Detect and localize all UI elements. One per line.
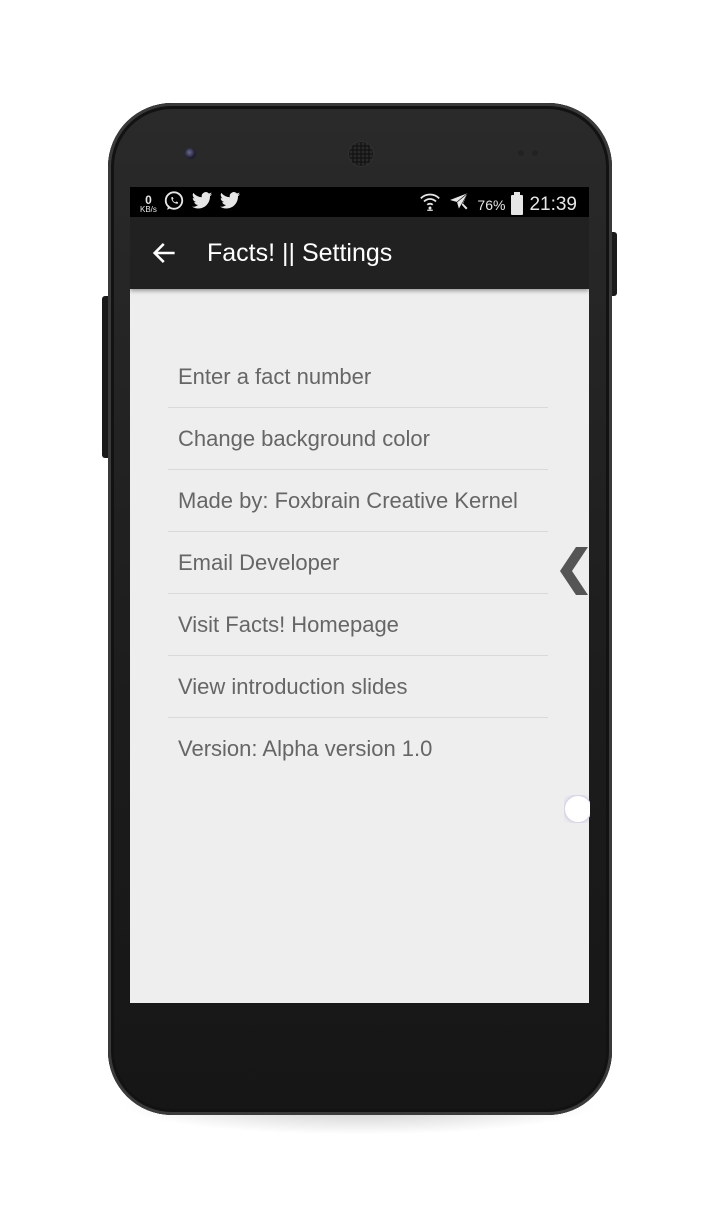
settings-list: Enter a fact number Change background co… [168,346,548,780]
settings-item-label: Version: Alpha version 1.0 [178,736,433,761]
settings-item-fact-number[interactable]: Enter a fact number [168,346,548,408]
settings-item-label: Change background color [178,425,430,451]
status-bar: 0 KB/s 76% 21:39 [130,187,589,217]
twitter-icon [191,191,213,216]
whatsapp-icon [163,190,185,217]
network-speed-unit: KB/s [140,204,157,214]
settings-item-label: Made by: Foxbrain Creative Kernel [178,487,518,513]
settings-item-version[interactable]: Version: Alpha version 1.0 [168,718,548,780]
settings-item-made-by[interactable]: Made by: Foxbrain Creative Kernel [168,470,548,532]
settings-item-label: Enter a fact number [178,363,372,389]
battery-icon [511,191,524,215]
phone-screen: 0 KB/s 76% 21:39 Facts! || Settings Ente… [130,187,589,1003]
floating-circle-button[interactable] [564,795,590,823]
earpiece-speaker [348,141,374,167]
settings-item-label: View introduction slides [178,673,408,699]
front-camera [185,148,196,159]
battery-percent: 76% [477,196,506,213]
light-sensor [532,150,538,156]
settings-item-background-color[interactable]: Change background color [168,408,548,470]
airplane-mode-icon [447,190,471,219]
network-speed: 0 KB/s [140,194,157,214]
network-speed-value: 0 [145,192,152,207]
app-bar: Facts! || Settings [130,217,589,289]
chevron-left-icon[interactable] [558,545,590,597]
settings-item-homepage[interactable]: Visit Facts! Homepage [168,594,548,656]
settings-item-intro-slides[interactable]: View introduction slides [168,656,548,718]
settings-item-label: Visit Facts! Homepage [178,611,399,637]
page-title: Facts! || Settings [207,239,393,267]
twitter-icon [219,191,241,216]
status-bar-left: 0 KB/s [140,190,241,217]
clock: 21:39 [529,193,577,215]
wifi-icon [419,191,441,218]
arrow-left-icon[interactable] [150,239,178,267]
proximity-sensor [518,150,524,156]
settings-item-label: Email Developer [178,549,340,575]
settings-item-email-developer[interactable]: Email Developer [168,532,548,594]
status-bar-right: 76% 21:39 [419,190,577,219]
